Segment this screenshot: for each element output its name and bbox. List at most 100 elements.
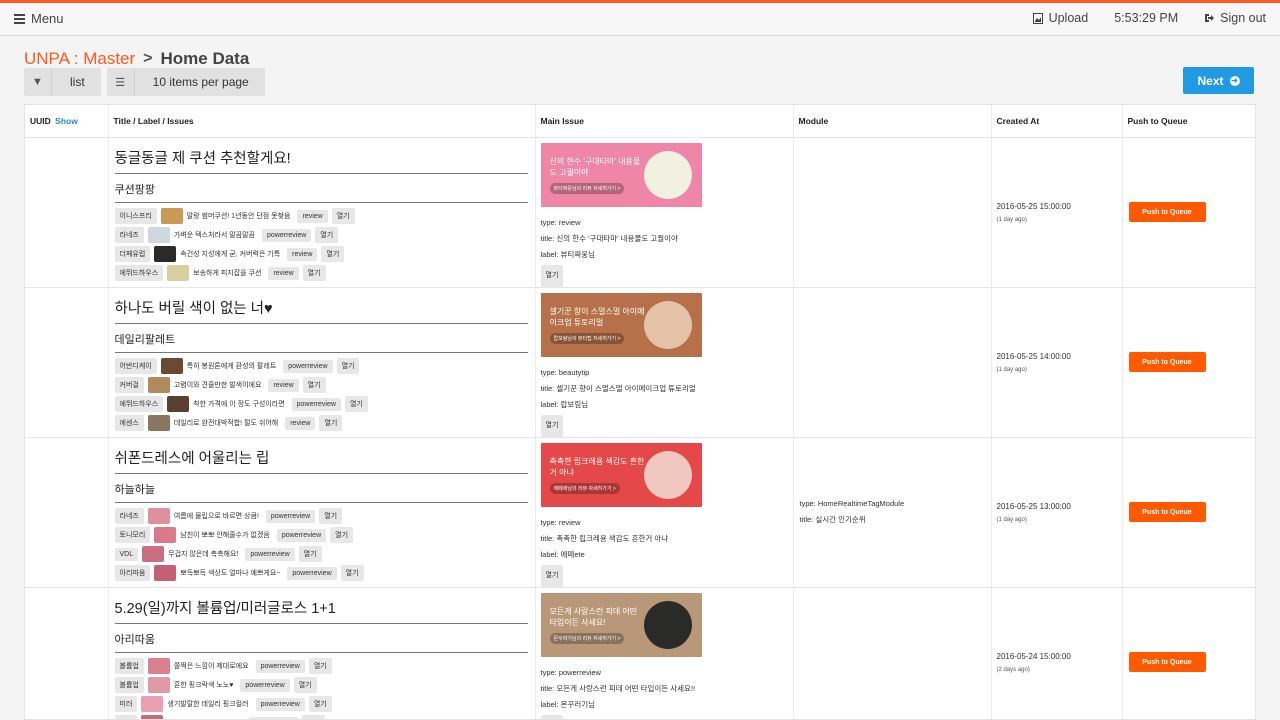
items-per-page-button[interactable]: ☰ 10 items per page xyxy=(106,68,265,96)
main-issue-banner[interactable]: 신의 한수 '구대타마' 내용물도 고퀄이야 뷰티짜웅님의 리뷰 자세히가기 > xyxy=(540,142,702,207)
main-issue-banner[interactable]: 촉촉한 립크레용 색감도 흔한거 아냐 에페에님의 리뷰 자세히가기 > xyxy=(540,442,702,507)
banner-text: 신의 한수 '구대타마' 내용물도 고퀄이야 xyxy=(549,156,641,177)
issue-brand-tag: 에뛰드하우스 xyxy=(114,265,164,281)
breadcrumb-separator: > xyxy=(143,50,153,67)
issue-type-tag: review xyxy=(287,247,318,261)
row-label: 쿠션팡팡 xyxy=(114,174,528,203)
issue-open-button[interactable]: 열기 xyxy=(315,227,339,243)
main-issue-label: label: 몬꾸러기님 xyxy=(540,699,596,709)
main-issue-open-button[interactable]: 열기 xyxy=(540,714,564,719)
created-cell: 2016-05-25 13:00:00 (1 day ago) xyxy=(991,437,1123,588)
created-ago: (2 days ago) xyxy=(996,666,1030,673)
main-issue-open-button[interactable]: 열기 xyxy=(540,564,564,587)
created-cell: 2016-05-24 15:00:00 (2 days ago) xyxy=(991,587,1123,719)
main-issue-header: Main Issue xyxy=(535,105,794,138)
push-cell: Push to Queue xyxy=(1122,437,1255,588)
issue-brand-tag: 라네즈 xyxy=(114,227,144,243)
issue-thumbnail xyxy=(160,208,183,224)
breadcrumb-root-link[interactable]: UNPA : Master xyxy=(24,49,135,69)
push-header: Push to Queue xyxy=(1122,105,1255,138)
issue-open-button[interactable]: 열기 xyxy=(302,377,326,393)
issue-open-button[interactable]: 열기 xyxy=(330,527,354,543)
banner-product-image xyxy=(643,600,692,649)
next-button[interactable]: Next ➜ xyxy=(1183,67,1254,94)
issue-item: VDL 무겁지 않은데 촉촉해요! powerreview 열기 xyxy=(114,545,529,564)
uuid-cell xyxy=(25,287,109,438)
main-issue-title: title: 모든게 사랑스런 피데 어떤 타입이든 사세요!! xyxy=(540,683,696,693)
main-issue-cell: 모든게 사랑스런 피데 어떤 타입이든 사세요! 몬꾸러기님의 리뷰 자세히가기 … xyxy=(535,587,794,719)
issue-item: 에뛰드하우스 보송하게 피지잡을 쿠션 review 열기 xyxy=(114,264,529,283)
banner-text: 모든게 사랑스런 피데 어떤 타입이든 사세요! xyxy=(549,606,638,627)
issue-item: 에뛰드하우스 착한 가격에 이 정도 구성이라면 powerreview 열기 xyxy=(114,395,529,414)
issue-type-tag: powerreview xyxy=(287,566,337,580)
issue-open-button[interactable]: 열기 xyxy=(302,265,326,281)
issue-thumbnail xyxy=(160,358,183,374)
title-cell: 쉬폰드레스에 어울리는 립 하늘하늘 라네즈 여름에 물립으로 바르면 상큼! powe… xyxy=(108,437,536,588)
home-data-table: UUID Show Title / Label / Issues Main Is… xyxy=(24,104,1256,720)
created-cell: 2016-05-25 15:00:00 (1 day ago) xyxy=(991,137,1123,288)
uuid-show-link[interactable]: Show xyxy=(55,116,78,126)
main-issue-label: label: 랍보림님 xyxy=(540,399,589,409)
issue-open-button[interactable]: 열기 xyxy=(308,658,332,674)
issue-open-button[interactable]: 열기 xyxy=(308,696,332,712)
issue-open-button[interactable]: 열기 xyxy=(340,565,364,581)
created-at: 2016-05-25 14:00:00 xyxy=(996,351,1071,361)
module-cell xyxy=(793,587,992,719)
sign-out-label: Sign out xyxy=(1220,11,1266,25)
module-header: Module xyxy=(793,105,992,138)
main-issue-title: title: 신의 한수 '구대타마' 내용물도 고퀄이야 xyxy=(540,233,678,243)
push-to-queue-button[interactable]: Push to Queue xyxy=(1128,652,1206,672)
page-title: Home Data xyxy=(160,49,250,68)
main-issue-title: title: 촉촉한 립크레용 색감도 흔한거 아냐 xyxy=(540,533,669,543)
issue-open-button[interactable]: 열기 xyxy=(331,208,355,224)
uuid-header: UUID Show xyxy=(25,105,109,138)
menu-button[interactable]: Menu xyxy=(14,11,64,26)
issue-open-button[interactable]: 열기 xyxy=(321,246,345,262)
issue-open-button[interactable]: 열기 xyxy=(336,358,360,374)
sign-out-button[interactable]: Sign out xyxy=(1204,11,1266,25)
issue-thumbnail xyxy=(141,696,164,712)
issue-brand-tag: 아리따움 xyxy=(114,565,151,581)
main-issue-banner[interactable]: 모든게 사랑스런 피데 어떤 타입이든 사세요! 몬꾸러기님의 리뷰 자세히가기 … xyxy=(540,592,702,657)
issue-thumbnail xyxy=(147,508,170,524)
issue-thumbnail xyxy=(147,415,170,431)
created-at: 2016-05-25 13:00:00 xyxy=(996,501,1071,511)
issue-open-button[interactable]: 열기 xyxy=(344,396,368,412)
issue-brand-tag: 볼륨업 xyxy=(114,658,144,674)
main-issue-type: type: beautytip xyxy=(540,367,590,377)
main-issue-open-button[interactable]: 열기 xyxy=(540,414,564,437)
issue-open-button[interactable]: 열기 xyxy=(298,546,322,562)
main-issue-label: label: 에페ete xyxy=(540,549,585,559)
issue-type-tag: powerreview xyxy=(262,228,312,242)
main-issue-meta: type: review title: 촉촉한 립크레용 색감도 흔한거 아냐 la… xyxy=(540,515,793,587)
issue-thumbnail xyxy=(142,546,165,562)
arrow-right-circle-icon: ➜ xyxy=(1229,75,1240,86)
title-cell: 하나도 버릴 색이 없는 너♥ 데일리팔레트 어반디케이 특히 봉원톤에게 환성의 팔… xyxy=(108,287,536,438)
issue-open-button[interactable]: 열기 xyxy=(302,715,326,719)
issue-open-button[interactable]: 열기 xyxy=(319,415,343,431)
module-cell: type: HomeRealtimeTagModule title: 실시간 인기… xyxy=(793,437,992,588)
row-title: 동글동글 제 쿠션 추천할게요! xyxy=(114,147,528,174)
banner-text: 촉촉한 립크레용 색감도 흔한거 아냐 xyxy=(549,456,645,477)
issue-thumbnail xyxy=(147,377,170,393)
main-issue-banner[interactable]: 셀기꾼 향이 스멀스멀 아이메이크업 튜토리얼 랍보림님의 뷰티팁 자세히가기 > xyxy=(540,292,702,357)
issue-brand-tag: 에센스 xyxy=(114,415,144,431)
breadcrumb: UNPA : Master > Home Data xyxy=(24,49,249,69)
push-to-queue-button[interactable]: Push to Queue xyxy=(1128,502,1206,522)
issue-title: 무겁지 않은데 촉촉해요! xyxy=(168,551,239,558)
table-row: 5.29(일)까지 볼륨업/미러글로스 1+1 아리따움 볼륨업 쫄쩍은 느낌이 제대… xyxy=(25,587,1255,719)
issue-item: 아리따움 뽀득뽀득 색상도 얼마나 예쁘게요~ powerreview 열기 xyxy=(114,564,529,583)
list-view-button[interactable]: ▼ list xyxy=(24,68,101,96)
issue-open-button[interactable]: 열기 xyxy=(293,677,317,693)
main-issue-open-button[interactable]: 열기 xyxy=(540,264,564,287)
upload-button[interactable]: Upload xyxy=(1032,11,1088,25)
push-to-queue-button[interactable]: Push to Queue xyxy=(1128,352,1206,372)
main-issue-cell: 셀기꾼 향이 스멀스멀 아이메이크업 튜토리얼 랍보림님의 뷰티팁 자세히가기 >… xyxy=(535,287,794,438)
row-title: 쉬폰드레스에 어울리는 립 xyxy=(114,447,528,474)
sign-out-icon xyxy=(1205,14,1215,22)
issue-item: 미러 생기발랄한 데일리 핑크컬러 powerreview 열기 xyxy=(114,695,529,714)
issue-thumbnail xyxy=(147,677,170,693)
issue-open-button[interactable]: 열기 xyxy=(319,508,343,524)
push-to-queue-button[interactable]: Push to Queue xyxy=(1128,202,1206,222)
toolbar: ▼ list ☰ 10 items per page xyxy=(24,68,265,96)
